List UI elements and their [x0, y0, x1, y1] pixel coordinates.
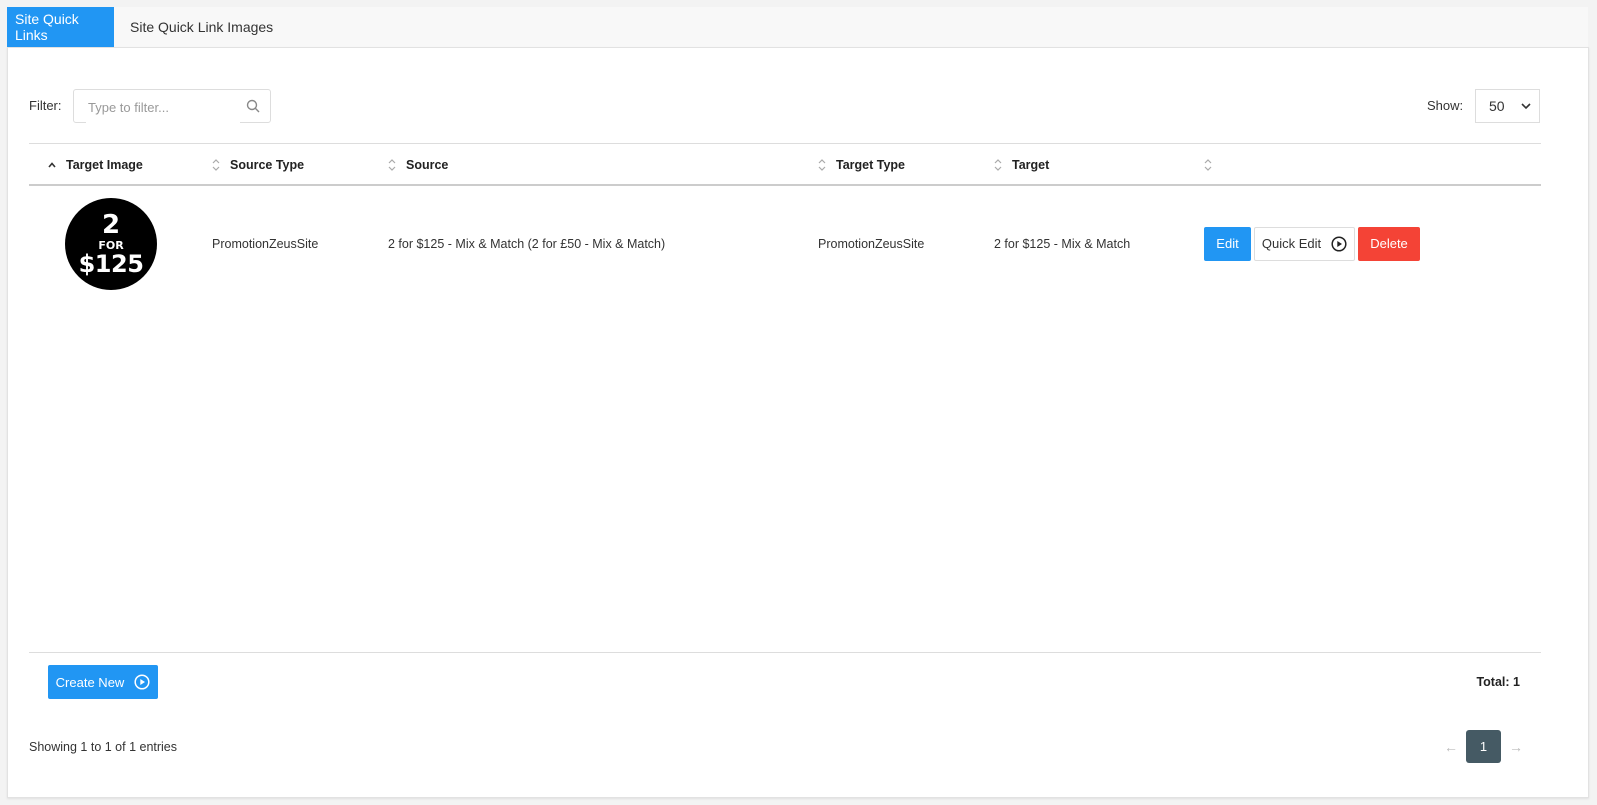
search-icon [246, 99, 260, 113]
next-page-button[interactable]: → [1501, 739, 1531, 755]
column-label: Target [1012, 157, 1050, 172]
column-header-target-image[interactable]: Target Image [47, 144, 143, 185]
actions-cell: Edit Quick Edit Delete [1204, 186, 1423, 301]
edit-button[interactable]: Edit [1204, 226, 1251, 261]
delete-button[interactable]: Delete [1358, 226, 1420, 261]
pagination: ← 1 → [1436, 730, 1531, 763]
sort-icon [818, 158, 826, 171]
column-header-target-type[interactable]: Target Type [817, 144, 905, 185]
sort-icon [388, 158, 396, 171]
footer-divider [29, 652, 1541, 653]
entries-info: Showing 1 to 1 of 1 entries [29, 740, 178, 754]
page-button-1[interactable]: 1 [1466, 730, 1501, 763]
tab-bar: Site Quick Links Site Quick Link Images [7, 7, 1588, 47]
show-label: Show: [1427, 98, 1464, 113]
quick-edit-label: Quick Edit [1261, 236, 1322, 251]
filter-label: Filter: [29, 98, 62, 113]
table-row: 2 FOR $125 PromotionZeusSite 2 for $125 … [29, 186, 1541, 301]
promo-image-line: FOR [98, 238, 124, 252]
page-size-select[interactable]: 50 [1475, 89, 1540, 123]
sort-asc-icon [48, 161, 56, 168]
target-image-cell: 2 FOR $125 [65, 186, 157, 301]
play-circle-icon [134, 674, 150, 690]
promo-image: 2 FOR $125 [65, 197, 157, 290]
tab-site-quick-links[interactable]: Site Quick Links [7, 7, 114, 47]
target-cell: 2 for $125 - Mix & Match [994, 236, 1131, 251]
table-header: Target Image Source Type Source Target T… [29, 143, 1541, 186]
create-new-label: Create New [55, 674, 125, 690]
sort-icon [212, 158, 220, 171]
delete-label: Delete [1370, 236, 1408, 251]
main-panel: Filter: Show: 50 Target Image Source Typ… [7, 47, 1589, 798]
filter-box [73, 89, 271, 123]
chevron-down-icon [1521, 102, 1531, 109]
target-type-cell: PromotionZeusSite [818, 236, 925, 251]
filter-input[interactable] [86, 91, 240, 123]
page-size-value: 50 [1489, 98, 1505, 114]
column-label: Source [406, 157, 449, 172]
column-label: Source Type [230, 157, 305, 172]
play-circle-icon [1331, 235, 1347, 252]
quick-edit-button[interactable]: Quick Edit [1254, 226, 1355, 261]
promo-image-line: 2 [101, 209, 121, 240]
column-label: Target Type [836, 157, 905, 172]
edit-label: Edit [1216, 236, 1239, 251]
column-label: Target Image [66, 157, 143, 172]
column-header-source-type[interactable]: Source Type [211, 144, 304, 185]
source-type-cell: PromotionZeusSite [212, 236, 319, 251]
create-new-button[interactable]: Create New [48, 665, 158, 699]
sort-icon [994, 158, 1002, 171]
column-header-source[interactable]: Source [387, 144, 448, 185]
sort-icon [1204, 158, 1212, 171]
total-count: Total: 1 [1476, 675, 1520, 689]
column-header-actions[interactable] [1203, 144, 1222, 185]
prev-page-button[interactable]: ← [1436, 739, 1466, 755]
source-cell: 2 for $125 - Mix & Match (2 for £50 - Mi… [388, 236, 666, 251]
tab-site-quick-link-images[interactable]: Site Quick Link Images [114, 7, 289, 47]
promo-image-line: $125 [78, 249, 144, 278]
column-header-target[interactable]: Target [993, 144, 1049, 185]
